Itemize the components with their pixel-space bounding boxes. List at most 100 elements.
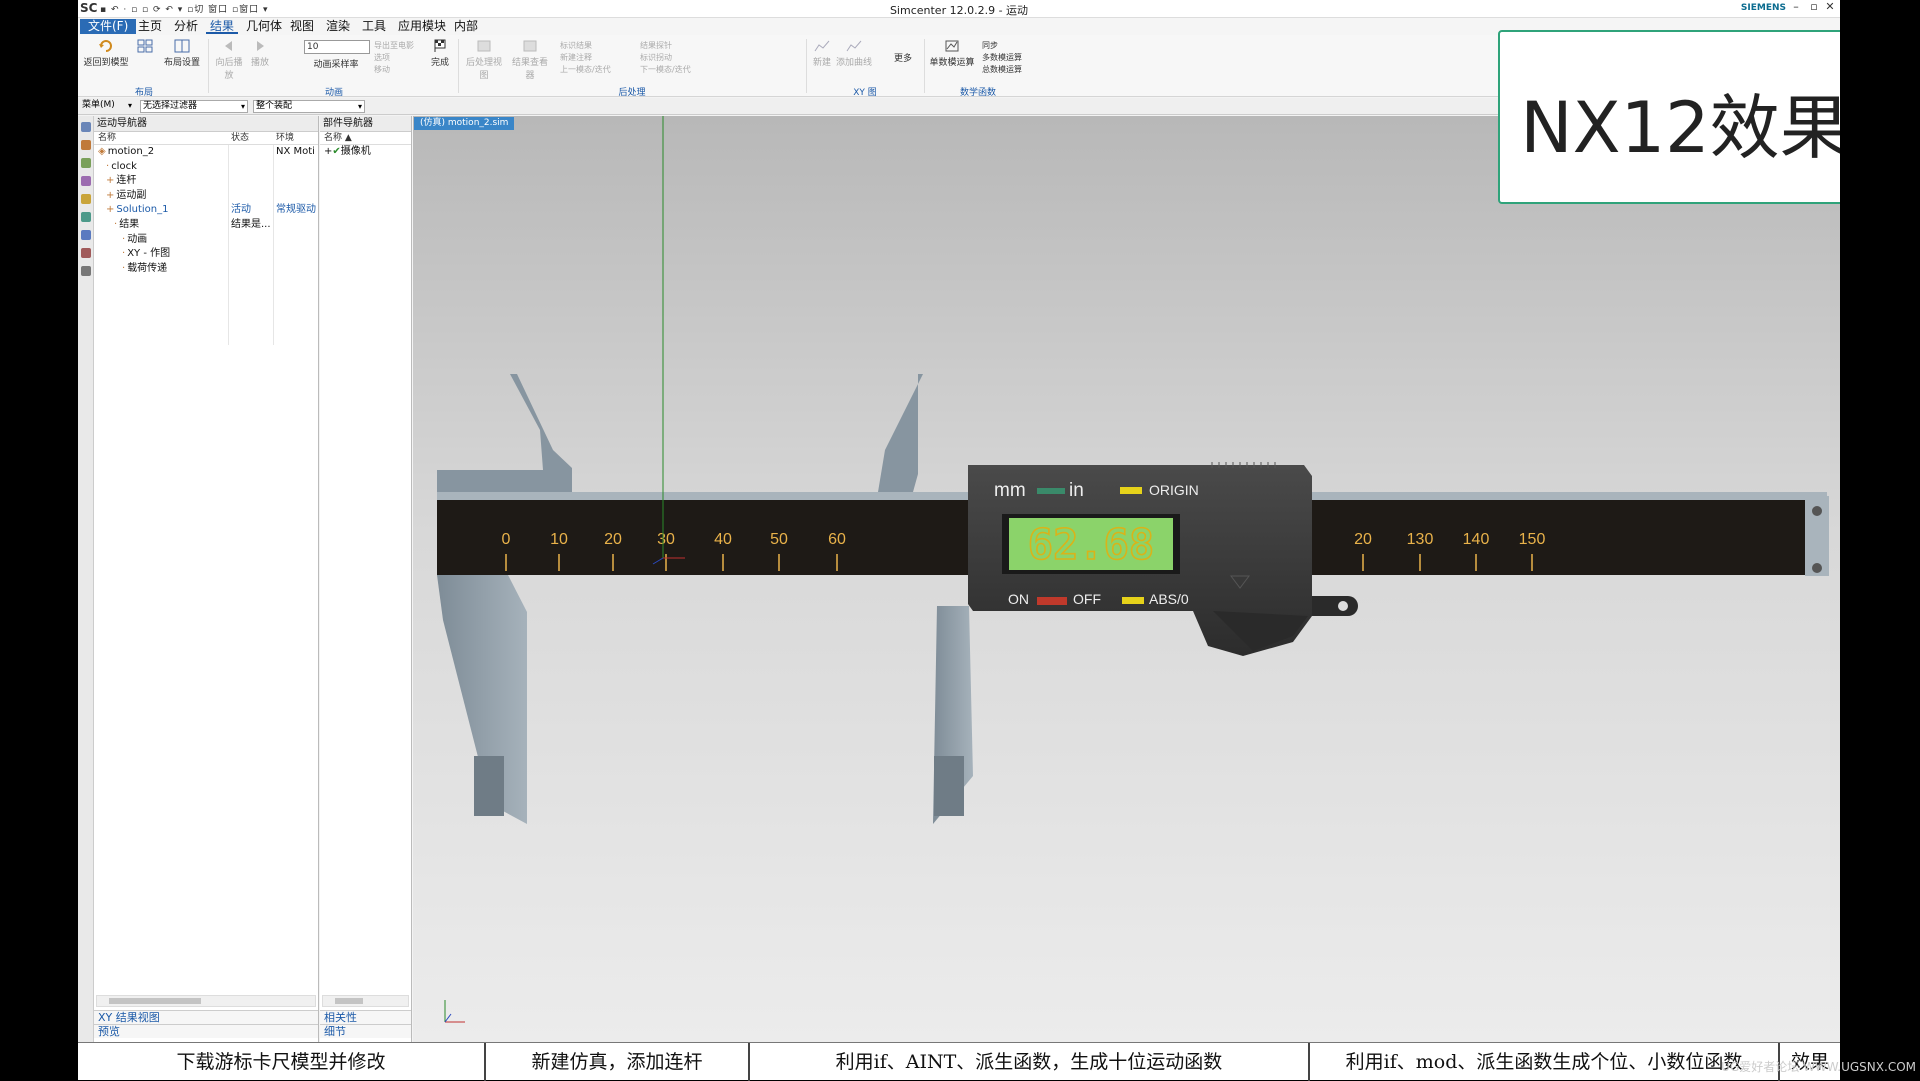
scroll-thumb[interactable] <box>109 998 201 1004</box>
result-probe-button[interactable]: 结果探针 <box>640 40 672 51</box>
tab-geometry[interactable]: 几何体 <box>242 19 286 34</box>
tree-node-label: 载荷传递 <box>127 262 168 274</box>
scroll-thumb[interactable] <box>335 998 363 1004</box>
animation-step-input[interactable]: 10 <box>304 40 370 54</box>
motion-navigator-icon[interactable] <box>80 122 91 132</box>
tree-node[interactable]: +✔摄像机 <box>320 145 411 160</box>
constraint-navigator-icon[interactable] <box>80 176 91 186</box>
more-button[interactable]: 更多 <box>892 51 914 64</box>
play-backward-button[interactable]: 向后播放 <box>212 39 246 81</box>
new-annotation-button[interactable]: 新建注释 <box>560 52 592 63</box>
expand-icon[interactable]: · <box>106 161 109 172</box>
identify-result-button[interactable]: 标识结果 <box>560 40 592 51</box>
tree-node[interactable]: + 运动副 <box>94 189 318 204</box>
sync-button[interactable]: 同步 <box>982 40 998 51</box>
expand-icon[interactable]: · <box>122 263 125 274</box>
tab-internal[interactable]: 内部 <box>450 19 482 34</box>
expand-icon[interactable]: · <box>122 248 125 259</box>
column-name[interactable]: 名称 <box>324 133 342 143</box>
return-to-model-label: 返回到模型 <box>83 58 129 68</box>
tree-node[interactable]: · XY - 作图 <box>94 247 318 262</box>
history-icon[interactable] <box>80 212 91 222</box>
tab-results[interactable]: 结果 <box>206 19 239 34</box>
return-to-model-button[interactable]: 返回到模型 <box>82 39 130 68</box>
selection-scope-dropdown[interactable]: 整个装配 <box>253 100 365 113</box>
animation-move-button[interactable]: 移动 <box>374 64 390 75</box>
animation-options-button[interactable]: 选项 <box>374 52 390 63</box>
single-model-op-button[interactable]: 单数模运算 <box>928 39 976 68</box>
tree-node[interactable]: · 结果 结果是... <box>94 218 318 233</box>
expand-icon[interactable]: · <box>114 219 117 230</box>
selection-filter-dropdown[interactable]: 无选择过滤器 <box>140 100 248 113</box>
total-model-op-button[interactable]: 总数模运算 <box>982 64 1022 75</box>
off-label: OFF <box>1073 591 1101 607</box>
expand-icon[interactable]: + <box>106 175 114 186</box>
previous-mode-button[interactable]: 上一模态/迭代 <box>560 64 611 75</box>
identify-motion-button[interactable]: 标识拐动 <box>640 52 672 63</box>
effect-label-box: NX12效果 <box>1498 30 1840 204</box>
motion-navigator-header: 名称 状态 环境 <box>94 132 318 145</box>
check-icon[interactable]: ✔ <box>332 146 340 157</box>
tree-node[interactable]: + Solution_1 活动 常规驱动 <box>94 203 318 218</box>
expand-icon[interactable]: · <box>122 234 125 245</box>
details-panel[interactable]: 细节 <box>320 1024 411 1038</box>
new-plot-button[interactable]: 新建 <box>810 39 834 68</box>
layout-grid-buttons[interactable] <box>132 39 158 55</box>
reuse-library-icon[interactable] <box>80 194 91 204</box>
tree-node[interactable]: · clock <box>94 160 318 175</box>
column-env[interactable]: 环境 <box>276 132 294 145</box>
multi-model-op-button[interactable]: 多数模运算 <box>982 52 1022 63</box>
play-button[interactable]: 播放 <box>248 39 272 68</box>
menu-dropdown[interactable]: 菜单(M) <box>80 100 134 113</box>
motion-root-icon[interactable]: ◈ <box>98 146 106 157</box>
post-view-button[interactable]: 后处理视图 <box>462 39 506 81</box>
tab-home[interactable]: 主页 <box>134 19 166 34</box>
tab-render[interactable]: 渲染 <box>322 19 354 34</box>
tab-analysis[interactable]: 分析 <box>170 19 202 34</box>
horizontal-scrollbar[interactable] <box>322 995 409 1007</box>
viewport-tab[interactable]: (仿真) motion_2.sim <box>414 117 515 130</box>
finish-button[interactable]: 完成 <box>428 39 452 68</box>
system-scenes-icon[interactable] <box>80 266 91 276</box>
next-mode-button[interactable]: 下一模态/迭代 <box>640 64 691 75</box>
result-viewer-button[interactable]: 结果查看器 <box>508 39 552 81</box>
column-state[interactable]: 状态 <box>231 132 249 145</box>
tree-node-env: 常规驱动 <box>276 204 316 216</box>
tab-file[interactable]: 文件(F) <box>80 19 137 34</box>
fixed-upper-jaw <box>437 374 572 492</box>
simcenter-window: SC ▪ ↶ · ▫ ▫ ⟳ ↶ ▾ ▫切 窗口 ▫窗口 ▾ Simcenter… <box>78 0 1840 1080</box>
tab-view[interactable]: 视图 <box>286 19 318 34</box>
scale-tick-label: 20 <box>1354 531 1372 548</box>
tree-node-label: XY - 作图 <box>127 248 171 260</box>
tree-node[interactable]: + 连杆 <box>94 174 318 189</box>
unit-mm-label: mm <box>994 480 1026 501</box>
tree-node[interactable]: · 载荷传递 <box>94 262 318 277</box>
tree-node[interactable]: · 动画 <box>94 233 318 248</box>
horizontal-scrollbar[interactable] <box>96 995 316 1007</box>
maximize-button[interactable]: ▫ <box>1806 0 1822 13</box>
end-screw <box>1812 506 1822 516</box>
preview-panel[interactable]: 预览 <box>94 1024 318 1038</box>
tree-node[interactable]: ◈ motion_2 NX Moti <box>94 145 318 160</box>
web-browser-icon[interactable] <box>80 230 91 240</box>
animation-sample-rate-button[interactable]: 动画采样率 <box>306 57 366 70</box>
tab-applications[interactable]: 应用模块 <box>394 19 450 34</box>
add-curve-button[interactable]: 添加曲线 <box>836 39 872 68</box>
plot-icon <box>814 40 830 52</box>
graphics-viewport[interactable]: 0 10 20 30 40 50 60 20 130 140 150 62.68 mm in ORI… <box>413 116 1840 1045</box>
layout-settings-button[interactable]: 布局设置 <box>162 39 202 68</box>
expand-icon[interactable]: + <box>106 190 114 201</box>
dependencies-panel[interactable]: 相关性 <box>320 1010 411 1024</box>
group-post-label: 后处理 <box>618 88 646 98</box>
close-button[interactable]: ✕ <box>1822 0 1838 13</box>
roles-icon[interactable] <box>80 248 91 258</box>
export-movie-button[interactable]: 导出至电影 <box>374 40 414 51</box>
fixed-jaw-step <box>474 756 504 816</box>
expand-icon[interactable]: + <box>106 204 114 215</box>
part-navigator-icon[interactable] <box>80 140 91 150</box>
minimize-button[interactable]: – <box>1788 0 1804 13</box>
column-name[interactable]: 名称 <box>98 132 116 145</box>
assembly-navigator-icon[interactable] <box>80 158 91 168</box>
xy-result-view-panel[interactable]: XY 结果视图 <box>94 1010 318 1024</box>
tab-tools[interactable]: 工具 <box>358 19 390 34</box>
